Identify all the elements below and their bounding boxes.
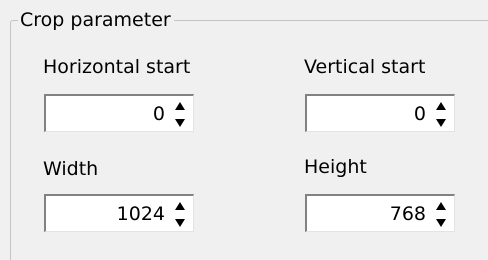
horizontal-start-label: Horizontal start [43, 56, 191, 78]
spin-up-arrow-icon[interactable] [172, 200, 188, 211]
spin-up-arrow-icon[interactable] [433, 200, 449, 211]
width-spinbox[interactable]: 1024 [44, 194, 194, 232]
spin-down-arrow-icon[interactable] [433, 218, 449, 229]
spin-down-arrow-icon[interactable] [433, 118, 449, 129]
height-spin-buttons [431, 200, 451, 229]
width-spin-buttons [170, 200, 190, 229]
vertical-start-label: Vertical start [304, 56, 426, 78]
horizontal-start-value[interactable]: 0 [153, 102, 165, 126]
horizontal-start-spin-buttons [170, 100, 190, 129]
vertical-start-spinbox[interactable]: 0 [305, 94, 455, 132]
width-value[interactable]: 1024 [117, 202, 165, 226]
spin-up-arrow-icon[interactable] [172, 100, 188, 111]
vertical-start-value[interactable]: 0 [414, 102, 426, 126]
spin-down-arrow-icon[interactable] [172, 218, 188, 229]
height-spinbox[interactable]: 768 [305, 194, 455, 232]
horizontal-start-spinbox[interactable]: 0 [44, 94, 194, 132]
vertical-start-spin-buttons [431, 100, 451, 129]
spin-down-arrow-icon[interactable] [172, 118, 188, 129]
crop-parameter-title: Crop parameter [18, 8, 174, 32]
height-label: Height [304, 156, 367, 178]
spin-up-arrow-icon[interactable] [433, 100, 449, 111]
height-value[interactable]: 768 [390, 202, 426, 226]
width-label: Width [43, 158, 99, 180]
